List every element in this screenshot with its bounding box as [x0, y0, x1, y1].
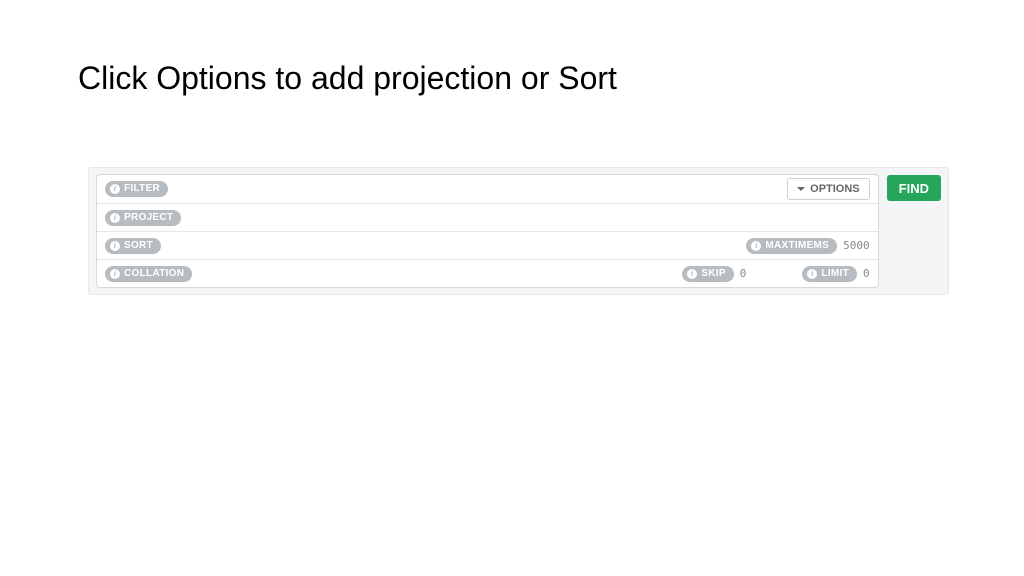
- options-label: OPTIONS: [810, 183, 860, 195]
- skip-group[interactable]: i SKIP 0: [682, 266, 746, 282]
- project-pill: i PROJECT: [105, 210, 181, 226]
- info-icon: i: [751, 241, 761, 251]
- skip-pill: i SKIP: [682, 266, 734, 282]
- maxtimems-group[interactable]: i MAXTIMEMS 5000: [746, 238, 869, 254]
- collation-label: COLLATION: [124, 269, 184, 279]
- project-label: PROJECT: [124, 213, 173, 223]
- sort-row[interactable]: i SORT i MAXTIMEMS 5000: [97, 231, 878, 259]
- sort-label: SORT: [124, 241, 153, 251]
- info-icon: i: [110, 213, 120, 223]
- maxtimems-pill: i MAXTIMEMS: [746, 238, 837, 254]
- query-fields: i FILTER OPTIONS i PROJECT i SORT: [96, 174, 879, 288]
- caret-down-icon: [797, 187, 805, 191]
- options-button[interactable]: OPTIONS: [787, 178, 870, 200]
- maxtimems-label: MAXTIMEMS: [765, 241, 829, 251]
- collation-pill: i COLLATION: [105, 266, 192, 282]
- page-title: Click Options to add projection or Sort: [0, 0, 1024, 97]
- info-icon: i: [110, 241, 120, 251]
- filter-pill: i FILTER: [105, 181, 168, 197]
- maxtimems-value: 5000: [841, 239, 870, 252]
- limit-pill: i LIMIT: [802, 266, 857, 282]
- project-row[interactable]: i PROJECT: [97, 203, 878, 231]
- limit-label: LIMIT: [821, 269, 849, 279]
- find-button[interactable]: FIND: [887, 175, 941, 201]
- info-icon: i: [110, 269, 120, 279]
- limit-group[interactable]: i LIMIT 0: [802, 266, 869, 282]
- info-icon: i: [807, 269, 817, 279]
- skip-label: SKIP: [701, 269, 726, 279]
- sort-pill: i SORT: [105, 238, 161, 254]
- skip-value: 0: [738, 267, 747, 280]
- limit-value: 0: [861, 267, 870, 280]
- info-icon: i: [110, 184, 120, 194]
- info-icon: i: [687, 269, 697, 279]
- filter-row[interactable]: i FILTER OPTIONS: [97, 175, 878, 203]
- query-bar: i FILTER OPTIONS i PROJECT i SORT: [88, 167, 949, 295]
- filter-label: FILTER: [124, 184, 160, 194]
- collation-row[interactable]: i COLLATION i SKIP 0 i LIMIT 0: [97, 259, 878, 287]
